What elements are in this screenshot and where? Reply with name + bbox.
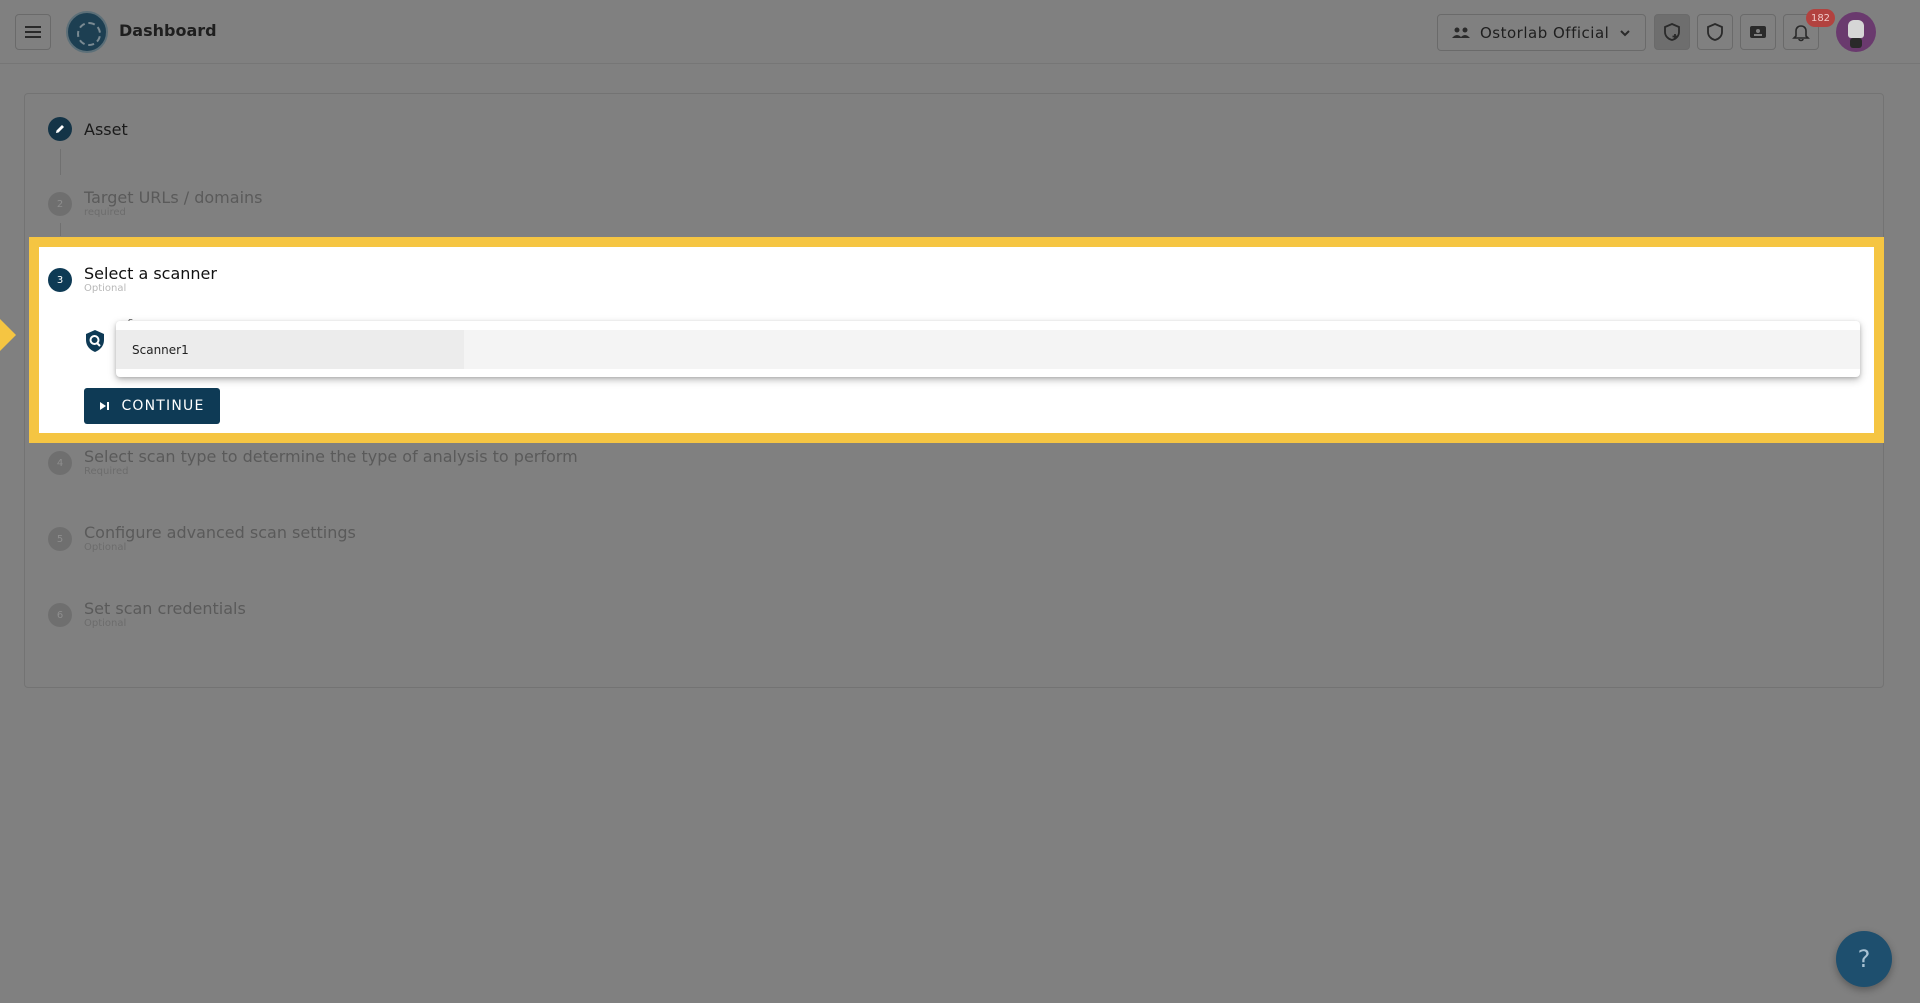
option-label: Scanner1 <box>132 342 189 357</box>
step-6-title[interactable]: Set scan credentials <box>84 599 246 618</box>
chevron-down-icon <box>1620 30 1630 37</box>
scanner-shield-icon <box>86 330 104 352</box>
dropdown-option-scanner1[interactable]: Scanner1 <box>116 330 1860 369</box>
continue-label: CONTINUE <box>121 398 205 414</box>
step-1-done-icon <box>48 117 72 141</box>
notification-badge: 182 <box>1806 9 1835 27</box>
menu-icon <box>25 26 41 38</box>
step-4-sub: Required <box>84 466 129 477</box>
logo[interactable] <box>66 11 108 53</box>
security-button[interactable] <box>1697 14 1733 50</box>
help-button[interactable]: ? <box>1836 931 1892 987</box>
step-4-title[interactable]: Select scan type to determine the type o… <box>84 447 578 466</box>
team-icon <box>1452 27 1470 38</box>
step-3-title[interactable]: Select a scanner <box>84 264 217 283</box>
id-card-icon <box>1750 26 1766 38</box>
step-1-title[interactable]: Asset <box>84 120 128 139</box>
scanner-dropdown: Scanner1 <box>116 321 1860 377</box>
step-6-sub: Optional <box>84 618 127 629</box>
step-5-sub: Optional <box>84 542 127 553</box>
step-4-number: 4 <box>48 451 72 475</box>
step-connector <box>60 223 61 236</box>
step-6-number: 6 <box>48 603 72 627</box>
step-5-number: 5 <box>48 527 72 551</box>
step-3-sub: Optional <box>84 283 127 294</box>
highlight-pointer <box>0 319 16 351</box>
step-2-title[interactable]: Target URLs / domains <box>84 188 262 207</box>
profile-card-button[interactable] <box>1740 14 1776 50</box>
step-2-sub: required <box>84 207 126 218</box>
step-connector <box>60 149 61 175</box>
bell-icon <box>1792 25 1810 42</box>
continue-button[interactable]: CONTINUE <box>84 388 220 424</box>
avatar[interactable] <box>1836 12 1876 52</box>
step-3-number: 3 <box>48 268 72 292</box>
new-scan-button[interactable] <box>1654 14 1690 50</box>
new-scan-icon <box>1664 23 1680 41</box>
organization-name: Ostorlab Official <box>1480 23 1610 42</box>
shield-icon <box>1707 23 1723 41</box>
step-2-number: 2 <box>48 192 72 216</box>
page-title: Dashboard <box>119 21 217 40</box>
skip-next-icon <box>100 402 110 410</box>
organization-select[interactable]: Ostorlab Official <box>1437 14 1646 51</box>
menu-button[interactable] <box>15 14 51 50</box>
step-5-title[interactable]: Configure advanced scan settings <box>84 523 356 542</box>
top-bar: Dashboard Ostorlab Official 182 <box>0 0 1920 64</box>
pencil-icon <box>56 125 64 133</box>
